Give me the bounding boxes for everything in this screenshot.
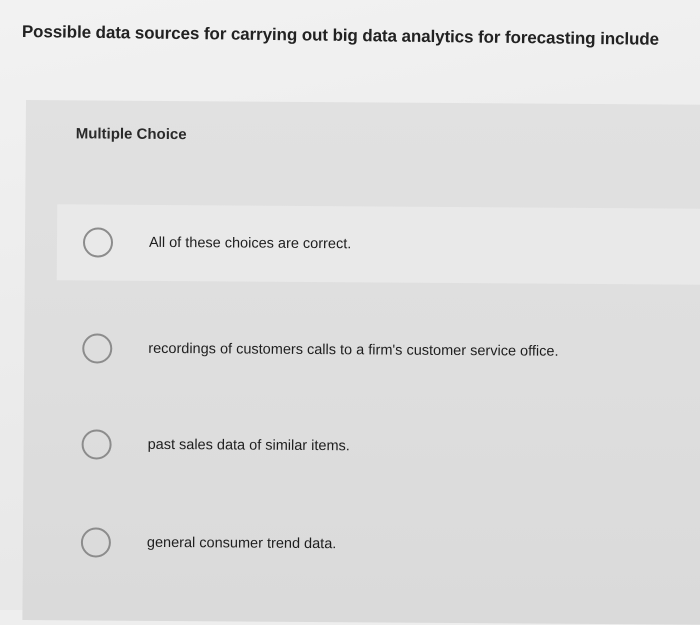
quiz-page: Possible data sources for carrying out b…: [0, 0, 700, 625]
radio-button-icon[interactable]: [82, 227, 114, 258]
question-type-label: Multiple Choice: [75, 125, 187, 144]
radio-button-icon[interactable]: [80, 527, 112, 558]
answer-option-label: recordings of customers calls to a firm'…: [148, 340, 559, 360]
radio-button-icon[interactable]: [82, 333, 113, 364]
answer-option[interactable]: All of these choices are correct.: [56, 204, 700, 285]
answer-option[interactable]: general consumer trend data.: [55, 504, 700, 585]
answer-option-label: All of these choices are correct.: [148, 234, 352, 253]
answer-option-label: general consumer trend data.: [146, 534, 337, 553]
answer-panel: Multiple Choice All of these choices are…: [22, 100, 700, 625]
answer-option[interactable]: recordings of customers calls to a firm'…: [56, 310, 700, 391]
radio-button-icon[interactable]: [81, 429, 112, 460]
answer-option-label: past sales data of similar items.: [147, 436, 350, 455]
answer-option[interactable]: past sales data of similar items.: [55, 406, 700, 487]
question-text: Possible data sources for carrying out b…: [21, 22, 660, 49]
